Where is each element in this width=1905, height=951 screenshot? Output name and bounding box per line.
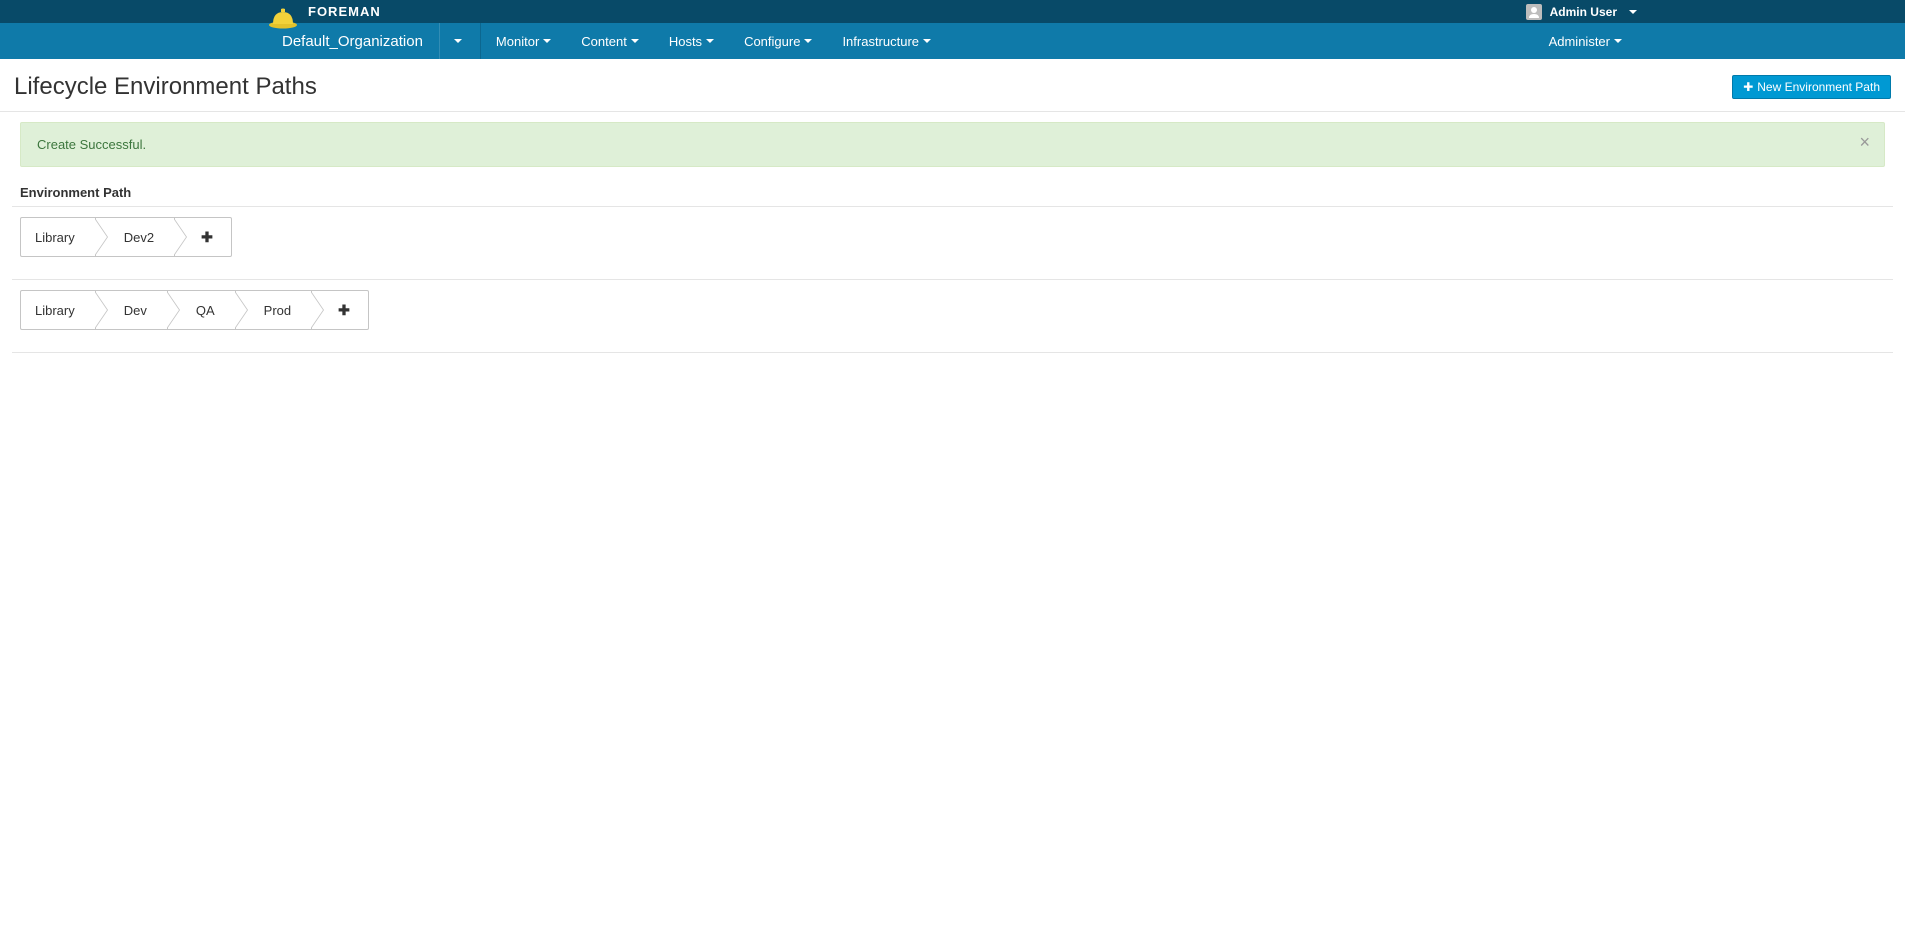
- plus-icon: ✚: [338, 302, 350, 319]
- nav-configure[interactable]: Configure: [729, 23, 827, 59]
- divider: [12, 352, 1893, 353]
- brand-hardhat-icon: [268, 7, 298, 32]
- org-label: Default_Organization: [282, 33, 423, 50]
- path-item-label: Dev2: [124, 230, 154, 245]
- alert-message: Create Successful.: [37, 137, 146, 152]
- org-switcher[interactable]: Default_Organization: [268, 23, 481, 59]
- nav-content[interactable]: Content: [566, 23, 654, 59]
- close-icon: ×: [1859, 132, 1870, 152]
- plus-icon: ✚: [1743, 80, 1753, 94]
- nav-hosts[interactable]: Hosts: [654, 23, 729, 59]
- caret-down-icon: [923, 39, 931, 43]
- nav-label: Content: [581, 34, 627, 49]
- alert-success: Create Successful. ×: [20, 122, 1885, 167]
- section-label: Environment Path: [20, 167, 1885, 206]
- user-menu[interactable]: Admin User: [1526, 4, 1637, 20]
- org-caret-box[interactable]: [439, 23, 472, 59]
- path-item-label: Dev: [124, 303, 147, 318]
- path-item-label: QA: [196, 303, 215, 318]
- nav-administer[interactable]: Administer: [1534, 34, 1637, 49]
- path-item-label: Library: [35, 230, 75, 245]
- brand-label: FOREMAN: [308, 4, 381, 19]
- nav-label: Monitor: [496, 34, 539, 49]
- caret-down-icon: [706, 39, 714, 43]
- environment-path: Library Dev QA Prod ✚: [20, 280, 1885, 340]
- new-environment-path-button[interactable]: ✚ New Environment Path: [1732, 75, 1891, 99]
- path-item-library[interactable]: Library: [20, 217, 95, 257]
- nav-label: Hosts: [669, 34, 702, 49]
- page-title: Lifecycle Environment Paths: [14, 73, 317, 101]
- path-item-label: Library: [35, 303, 75, 318]
- path-item-library[interactable]: Library: [20, 290, 95, 330]
- caret-down-icon: [804, 39, 812, 43]
- user-label: Admin User: [1550, 5, 1617, 19]
- caret-down-icon: [1629, 10, 1637, 14]
- caret-down-icon: [543, 39, 551, 43]
- button-label: New Environment Path: [1757, 80, 1880, 94]
- caret-down-icon: [631, 39, 639, 43]
- nav-infrastructure[interactable]: Infrastructure: [827, 23, 946, 59]
- nav-label: Administer: [1549, 34, 1610, 49]
- environment-path: Library Dev2 ✚: [20, 207, 1885, 267]
- nav-label: Configure: [744, 34, 800, 49]
- page-header: Lifecycle Environment Paths ✚ New Enviro…: [0, 59, 1905, 112]
- plus-icon: ✚: [201, 229, 213, 246]
- path-item-label: Prod: [264, 303, 291, 318]
- nav-monitor[interactable]: Monitor: [481, 23, 566, 59]
- topbar: FOREMAN Admin User: [0, 0, 1905, 23]
- caret-down-icon: [454, 39, 462, 43]
- brand[interactable]: FOREMAN: [268, 0, 381, 24]
- alert-close-button[interactable]: ×: [1859, 133, 1870, 151]
- user-avatar-icon: [1526, 4, 1542, 20]
- nav-label: Infrastructure: [842, 34, 919, 49]
- caret-down-icon: [1614, 39, 1622, 43]
